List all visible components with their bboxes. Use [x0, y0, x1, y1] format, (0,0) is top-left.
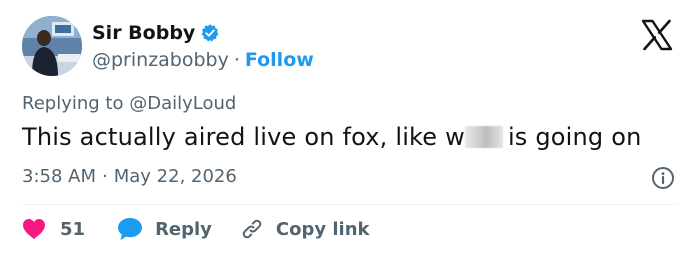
- tweet-text-after: is going on: [507, 123, 642, 151]
- reply-button[interactable]: Reply: [117, 217, 212, 241]
- tweet-card: Sir Bobby @prinzabobby · Follow Replying…: [0, 0, 700, 256]
- verified-badge-icon: [200, 23, 220, 43]
- avatar[interactable]: [22, 16, 82, 76]
- follow-button[interactable]: Follow: [245, 49, 314, 71]
- like-count: 51: [60, 218, 86, 240]
- tweet-text-before: This actually aired live on fox, like w: [22, 123, 465, 151]
- replying-to-mention[interactable]: @DailyLoud: [129, 93, 236, 114]
- handle-separator: ·: [233, 49, 240, 71]
- divider: [22, 204, 678, 205]
- speech-bubble-icon: [117, 217, 143, 241]
- like-button[interactable]: 51: [22, 218, 85, 240]
- replying-to-line: Replying to @DailyLoud: [22, 93, 236, 114]
- author-handle-row: @prinzabobby · Follow: [92, 47, 314, 73]
- info-icon[interactable]: [651, 166, 675, 190]
- tweet-timestamp[interactable]: 3:58 AM · May 22, 2026: [22, 166, 237, 187]
- tweet-text: This actually aired live on fox, like w i…: [22, 123, 642, 151]
- tweet-time: 3:58 AM: [22, 166, 96, 187]
- author-display-name[interactable]: Sir Bobby: [92, 22, 195, 44]
- censored-word-blur: [464, 126, 503, 148]
- copy-link-button[interactable]: Copy link: [240, 217, 370, 241]
- x-logo-icon[interactable]: [640, 18, 674, 52]
- replying-prefix: Replying to: [22, 93, 130, 114]
- timestamp-separator: ·: [102, 166, 108, 187]
- author-handle[interactable]: @prinzabobby: [92, 49, 229, 71]
- tweet-date: May 22, 2026: [113, 166, 237, 187]
- action-bar: 51 Reply Copy link: [22, 214, 370, 244]
- author-name-row: Sir Bobby: [92, 20, 220, 46]
- heart-icon: [22, 218, 46, 240]
- reply-label: Reply: [155, 218, 212, 240]
- copy-link-label: Copy link: [275, 218, 370, 240]
- link-icon: [240, 217, 264, 241]
